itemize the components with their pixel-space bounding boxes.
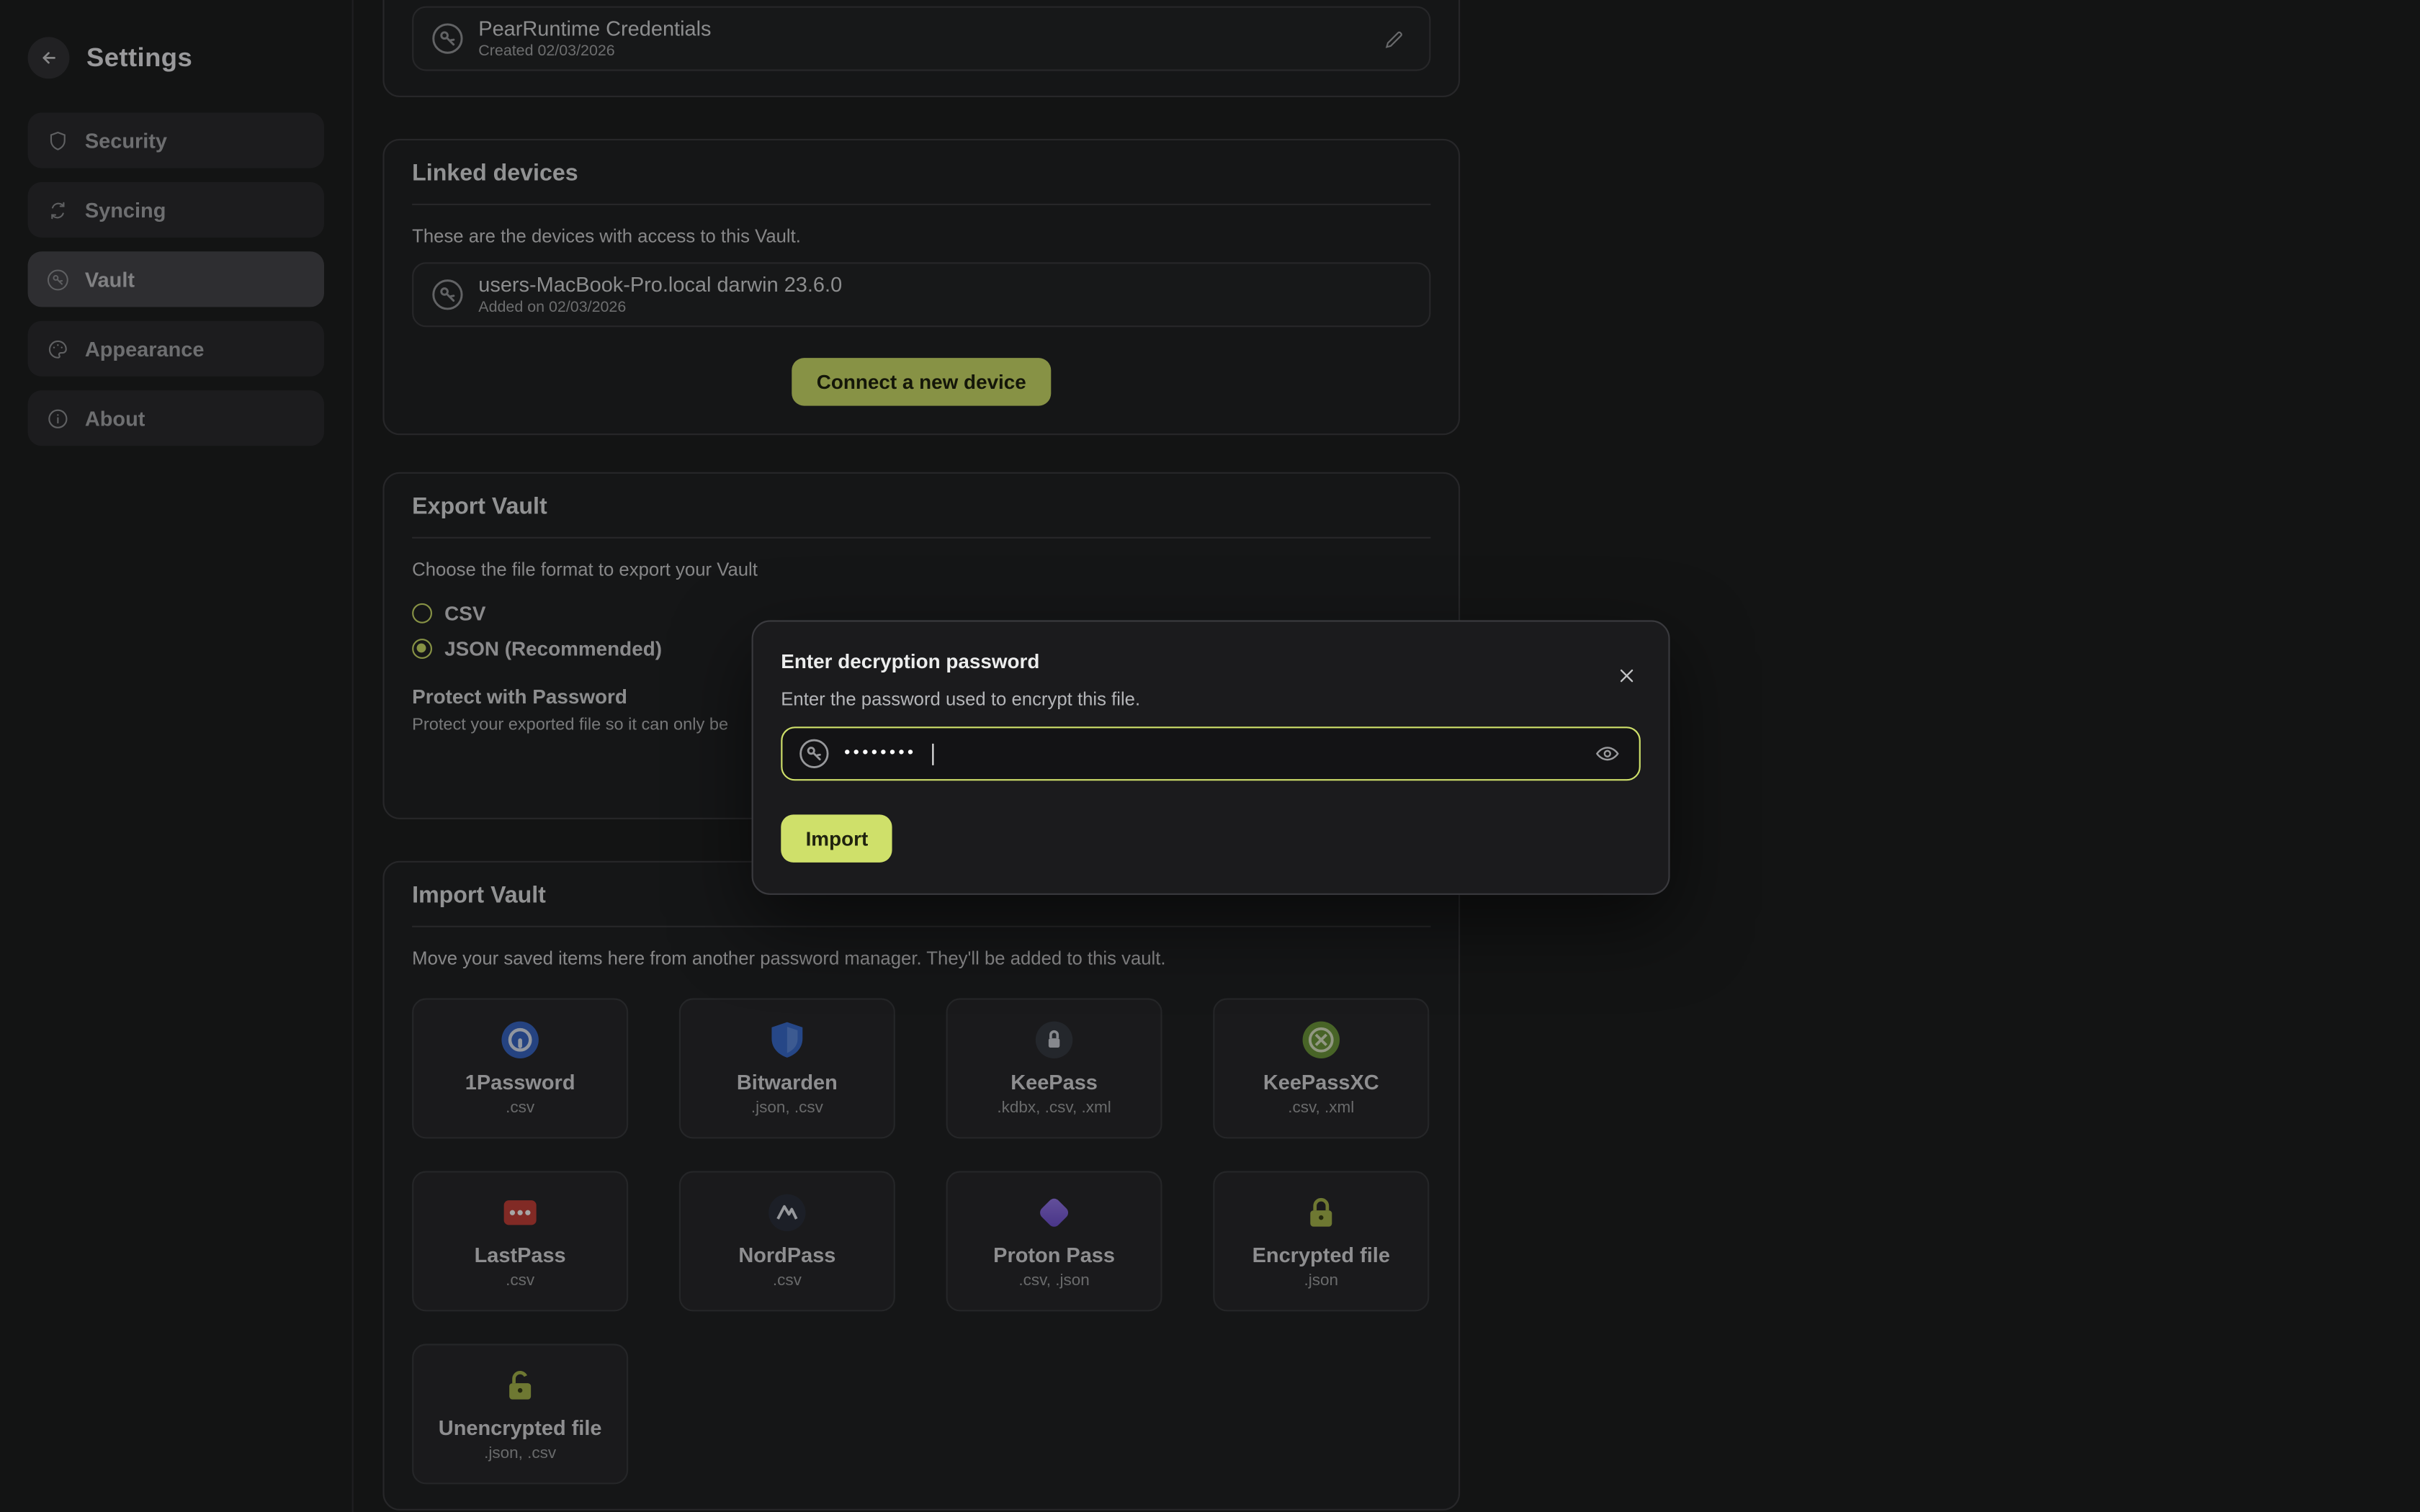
settings-page: Settings Security Syncing Vault	[0, 0, 2420, 1512]
key-icon	[798, 737, 830, 770]
text-cursor	[932, 743, 934, 765]
password-value: ••••••••	[844, 745, 916, 762]
modal-title: Enter decryption password	[781, 649, 1641, 672]
password-input[interactable]: ••••••••	[781, 726, 1641, 780]
modal-description: Enter the password used to encrypt this …	[781, 688, 1641, 710]
close-icon[interactable]	[1610, 659, 1644, 693]
eye-icon[interactable]	[1591, 737, 1623, 770]
decryption-password-modal: Enter decryption password Enter the pass…	[752, 620, 1670, 894]
import-button[interactable]: Import	[781, 814, 892, 862]
